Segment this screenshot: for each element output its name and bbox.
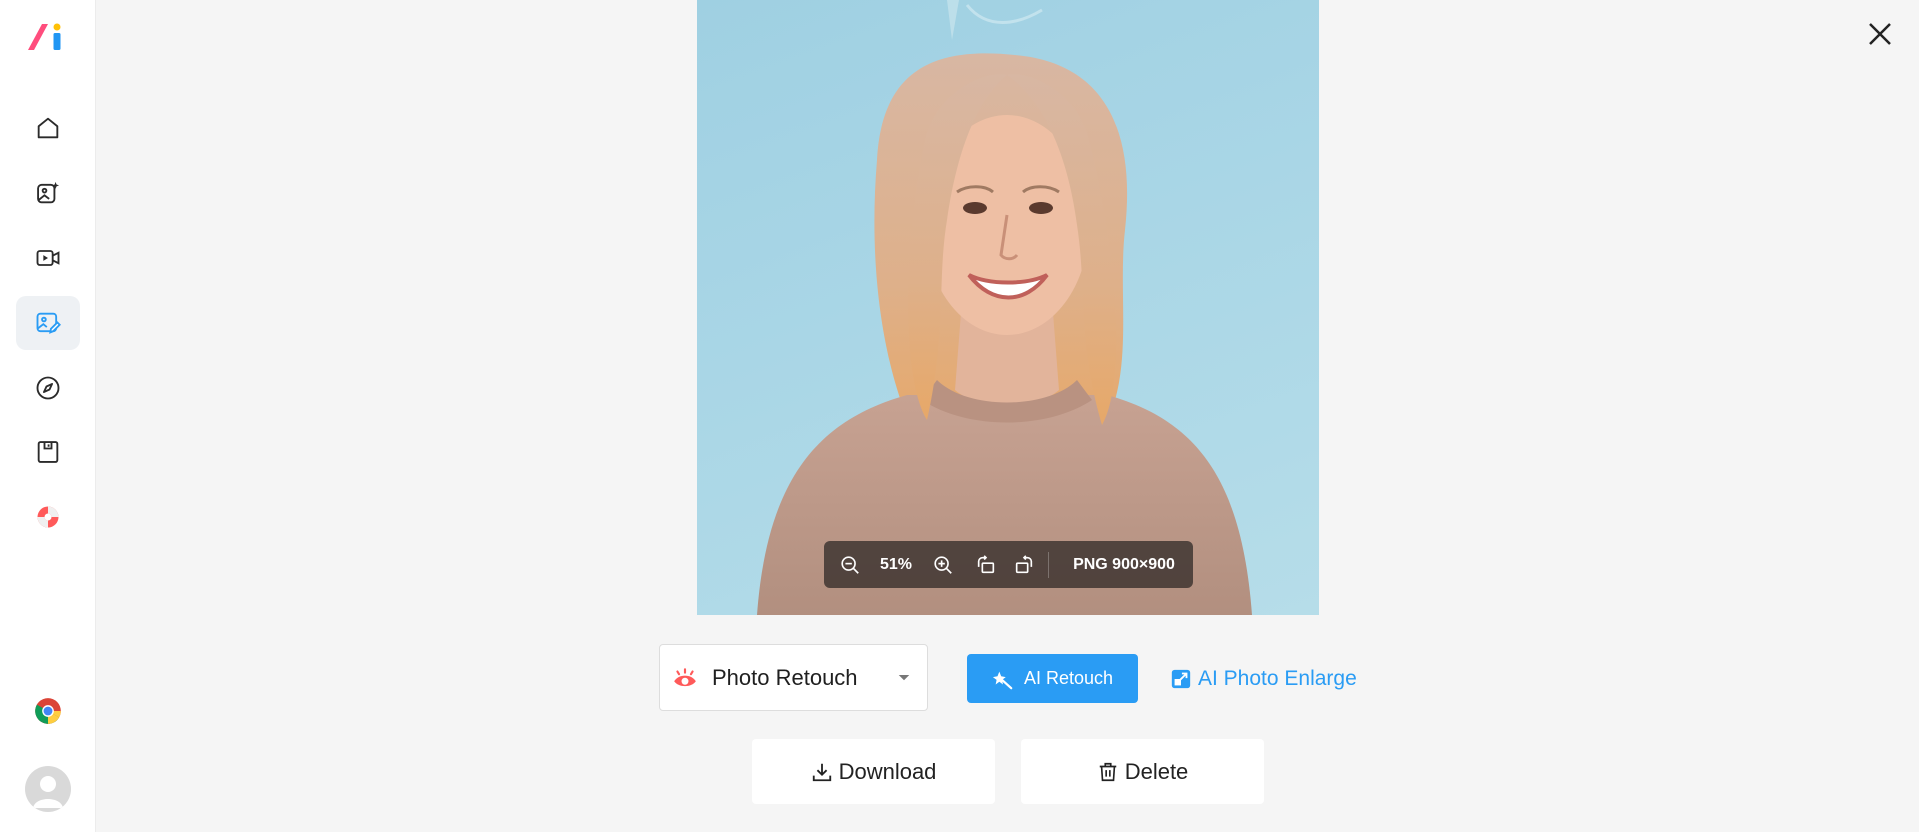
toolbar-divider [1048, 551, 1049, 578]
chrome-icon [35, 698, 61, 724]
ai-photo-enlarge-label: AI Photo Enlarge [1198, 667, 1357, 690]
sidebar-item-saved[interactable] [16, 425, 80, 479]
zoom-in-button[interactable] [920, 554, 966, 576]
download-button[interactable]: Download [752, 739, 995, 804]
magic-wand-icon [992, 671, 1013, 689]
sidebar-item-help[interactable] [16, 490, 80, 544]
user-icon [33, 776, 63, 808]
rotate-right-button[interactable] [1006, 554, 1042, 576]
trash-icon [1099, 762, 1116, 781]
sidebar-item-home[interactable] [16, 101, 80, 155]
sidebar-item-explore[interactable] [16, 361, 80, 415]
mode-select-value: Photo Retouch [712, 664, 858, 690]
zoom-in-icon [934, 555, 952, 574]
image-format-info: PNG 900×900 [1073, 555, 1175, 573]
photo-preview [697, 0, 1319, 615]
eye-icon [674, 667, 696, 686]
sidebar-item-video[interactable] [16, 231, 80, 285]
ai-retouch-label: AI Retouch [1023, 668, 1114, 688]
video-icon [36, 250, 60, 266]
avatar[interactable] [25, 766, 71, 812]
enlarge-icon [1171, 669, 1191, 689]
delete-button[interactable]: Delete [1021, 739, 1264, 804]
rotate-left-button[interactable] [966, 554, 1006, 576]
home-icon [37, 117, 59, 139]
lifebuoy-icon [37, 506, 59, 528]
zoom-out-button[interactable] [828, 554, 872, 576]
sidebar-item-ai-image[interactable] [16, 166, 80, 220]
sidebar-item-photo-edit[interactable] [16, 296, 80, 350]
zoom-out-icon [841, 555, 859, 574]
ai-retouch-button[interactable]: AI Retouch [967, 654, 1138, 703]
delete-label: Delete [1124, 758, 1189, 784]
download-label: Download [838, 758, 937, 784]
sidebar [0, 0, 96, 832]
chevron-down-icon [898, 674, 910, 680]
zoom-level: 51% [879, 555, 913, 573]
compass-icon [36, 376, 60, 400]
save-icon [37, 441, 59, 463]
ai-image-icon [37, 181, 60, 204]
download-icon [812, 763, 831, 781]
rotate-left-icon [977, 554, 995, 573]
ai-photo-enlarge-link[interactable]: AI Photo Enlarge [1170, 662, 1357, 696]
portrait-image [757, 0, 1252, 615]
mode-select[interactable]: Photo Retouch [659, 644, 928, 711]
zoom-toolbar: 51% PNG 900×900 [824, 541, 1193, 588]
sidebar-item-chrome[interactable] [16, 684, 80, 738]
close-icon [1869, 23, 1891, 45]
photo-edit-icon [36, 312, 61, 334]
logo-icon [28, 23, 61, 50]
app-logo[interactable] [24, 20, 72, 54]
rotate-right-icon [1015, 554, 1033, 573]
close-button[interactable] [1862, 16, 1898, 52]
